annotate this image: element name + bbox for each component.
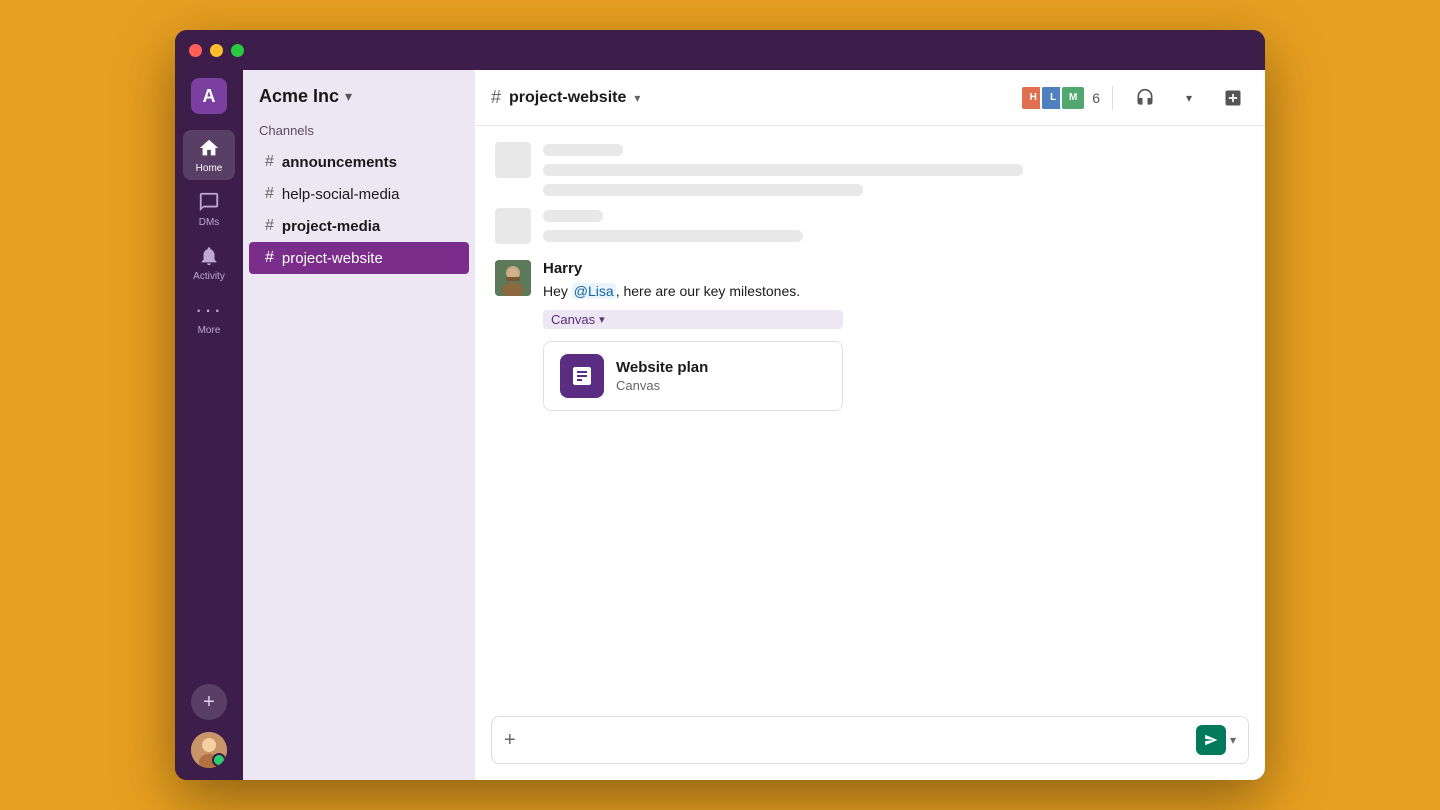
- nav-label-dms: DMs: [199, 217, 220, 228]
- channel-header-name: project-website: [509, 89, 626, 107]
- hash-icon-announcements: #: [265, 153, 274, 171]
- channel-header-chevron-icon[interactable]: ▾: [634, 91, 640, 105]
- skeleton-lines-1: [543, 142, 1023, 196]
- channel-name-help-social: help-social-media: [282, 186, 400, 203]
- message-input[interactable]: [524, 732, 1188, 748]
- app-window: A Home DMs: [175, 30, 1265, 780]
- message-input-area: + ▾: [475, 704, 1265, 780]
- skeleton-line: [543, 144, 623, 156]
- header-divider: [1112, 86, 1113, 110]
- main-content: # project-website ▾ H L M 6: [475, 70, 1265, 780]
- skeleton-line: [543, 210, 603, 222]
- nav-item-more[interactable]: ··· More: [183, 292, 235, 342]
- canvas-tag[interactable]: Canvas ▾: [543, 310, 843, 329]
- hash-icon-help-social: #: [265, 185, 274, 203]
- huddle-button[interactable]: [1129, 82, 1161, 114]
- message-attach-button[interactable]: +: [504, 729, 516, 752]
- maximize-button[interactable]: [231, 44, 244, 57]
- send-chevron-icon[interactable]: ▾: [1230, 733, 1236, 747]
- canvas-tag-chevron-icon: ▾: [599, 313, 605, 326]
- member-avatars[interactable]: H L M 6: [1020, 85, 1100, 111]
- skeleton-line: [543, 164, 1023, 176]
- member-avatar-3: M: [1060, 85, 1086, 111]
- close-button[interactable]: [189, 44, 202, 57]
- channel-header: # project-website ▾ H L M 6: [475, 70, 1265, 126]
- skeleton-line: [543, 230, 803, 242]
- nav-item-dms[interactable]: DMs: [183, 184, 235, 234]
- messages-area: Harry Hey @Lisa, here are our key milest…: [475, 126, 1265, 704]
- skeleton-message-1: [495, 142, 1245, 196]
- title-bar: [175, 30, 1265, 70]
- harry-sender-name: Harry: [543, 260, 843, 277]
- nav-item-home[interactable]: Home: [183, 130, 235, 180]
- harry-message-content: Harry Hey @Lisa, here are our key milest…: [543, 260, 843, 411]
- dms-icon: [197, 190, 221, 214]
- nav-label-home: Home: [196, 163, 223, 174]
- workspace-chevron-icon: ▾: [345, 88, 352, 105]
- send-area: ▾: [1196, 725, 1236, 755]
- channels-section-label: Channels: [243, 123, 475, 146]
- nav-label-more: More: [198, 325, 221, 336]
- workspace-name: Acme Inc: [259, 86, 339, 107]
- channel-item-project-website[interactable]: # project-website: [249, 242, 469, 274]
- add-to-header-button[interactable]: [1217, 82, 1249, 114]
- channel-item-project-media[interactable]: # project-media: [249, 210, 469, 242]
- lisa-mention[interactable]: @Lisa: [572, 283, 616, 299]
- workspace-avatar[interactable]: A: [191, 78, 227, 114]
- canvas-card[interactable]: Website plan Canvas: [543, 341, 843, 411]
- msg-text-after: , here are our key milestones.: [616, 283, 800, 299]
- canvas-card-info: Website plan Canvas: [616, 359, 708, 393]
- home-icon: [197, 136, 221, 160]
- channels-sidebar: Acme Inc ▾ Channels # announcements # he…: [243, 70, 475, 780]
- message-harry: Harry Hey @Lisa, here are our key milest…: [495, 260, 1245, 411]
- skeleton-line: [543, 184, 863, 196]
- header-chevron-button[interactable]: ▾: [1173, 82, 1205, 114]
- more-dots-icon: ···: [197, 298, 221, 322]
- channel-item-announcements[interactable]: # announcements: [249, 146, 469, 178]
- canvas-card-subtitle: Canvas: [616, 378, 708, 393]
- canvas-card-icon: [560, 354, 604, 398]
- user-avatar[interactable]: [191, 732, 227, 768]
- channel-header-hash-icon: #: [491, 87, 501, 108]
- harry-avatar: [495, 260, 531, 296]
- skeleton-message-2: [495, 208, 1245, 244]
- nav-label-activity: Activity: [193, 271, 225, 282]
- app-body: A Home DMs: [175, 70, 1265, 780]
- message-input-box: + ▾: [491, 716, 1249, 764]
- nav-item-activity[interactable]: Activity: [183, 238, 235, 288]
- bell-icon: [197, 244, 221, 268]
- harry-message-text: Hey @Lisa, here are our key milestones.: [543, 281, 843, 302]
- hash-icon-project-media: #: [265, 217, 274, 235]
- skeleton-lines-2: [543, 208, 803, 242]
- add-workspace-button[interactable]: +: [191, 684, 227, 720]
- channel-item-help-social-media[interactable]: # help-social-media: [249, 178, 469, 210]
- channel-name-project-website: project-website: [282, 250, 383, 267]
- channel-name-announcements: announcements: [282, 154, 397, 171]
- skeleton-avatar-2: [495, 208, 531, 244]
- send-button[interactable]: [1196, 725, 1226, 755]
- minimize-button[interactable]: [210, 44, 223, 57]
- msg-text-before: Hey: [543, 283, 572, 299]
- channel-name-project-media: project-media: [282, 218, 380, 235]
- member-count: 6: [1092, 90, 1100, 106]
- skeleton-avatar-1: [495, 142, 531, 178]
- canvas-tag-label: Canvas: [551, 312, 595, 327]
- sidebar-narrow: A Home DMs: [175, 70, 243, 780]
- canvas-card-title: Website plan: [616, 359, 708, 376]
- hash-icon-project-website: #: [265, 249, 274, 267]
- workspace-header[interactable]: Acme Inc ▾: [243, 86, 475, 123]
